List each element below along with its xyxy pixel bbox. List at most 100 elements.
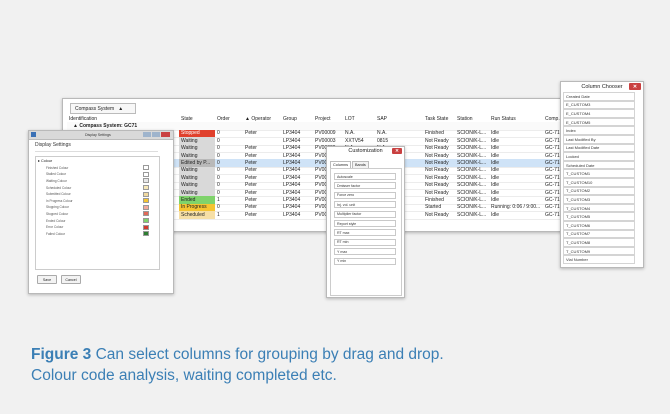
colour-swatch[interactable] <box>143 171 149 177</box>
grid-cell: Not Ready <box>425 137 449 144</box>
column-chooser-item[interactable]: T_CUSTOM4 <box>563 203 635 213</box>
grid-cell: SCION/K-L... <box>457 197 487 204</box>
column-chooser-item[interactable]: E_CUSTOM5 <box>563 117 635 127</box>
grid-cell: Peter <box>245 182 257 189</box>
grid-cell: LP3404 <box>283 182 301 189</box>
figure-caption: Figure 3 Can select columns for grouping… <box>31 344 631 386</box>
customization-title: Customization <box>348 148 383 154</box>
sort-ascending-icon[interactable]: ▲ <box>118 106 123 112</box>
grid-cell: PV00003 <box>315 137 336 144</box>
column-header[interactable]: Station <box>455 115 489 122</box>
column-header[interactable]: ▲ Operator <box>243 115 281 122</box>
column-chooser-item[interactable]: Created Date <box>563 92 635 101</box>
colour-swatch[interactable] <box>143 231 149 237</box>
column-header[interactable]: Run Status <box>489 115 543 122</box>
grid-cell: Peter <box>245 197 257 204</box>
column-header[interactable]: Identification <box>67 115 179 122</box>
column-chooser-item[interactable]: T_CUSTOM2 <box>563 186 635 196</box>
colour-setting-label: Waiting Colour <box>46 178 67 183</box>
colour-swatch[interactable] <box>143 198 149 204</box>
column-header[interactable]: Order <box>215 115 243 122</box>
grid-cell: Not Ready <box>425 211 449 218</box>
customization-field-list: Autoscale Dmisser factor Force zero Inj. vo… <box>330 168 402 296</box>
customization-field-item[interactable]: Y max <box>334 248 396 256</box>
grid-cell: SCION/K-L... <box>457 137 487 144</box>
colour-swatch[interactable] <box>143 191 149 197</box>
grid-cell: Waiting <box>179 137 215 145</box>
column-header[interactable]: State <box>179 115 215 122</box>
grid-cell: Not Ready <box>425 152 449 159</box>
column-chooser-item[interactable]: T_CUSTOM9 <box>563 246 635 256</box>
caption-line-1: Can select columns for grouping by drag … <box>91 346 444 363</box>
grid-cell: Idle <box>491 137 500 144</box>
grid-cell: LP3404 <box>283 189 301 196</box>
grid-cell: 0 <box>217 189 220 196</box>
grid-cell: 0 <box>217 174 220 181</box>
column-chooser-item[interactable]: T_CUSTOM6 <box>563 221 635 230</box>
column-chooser-item[interactable]: T_CUSTOM5 <box>563 212 635 221</box>
customization-field-item[interactable]: Y min <box>334 257 396 265</box>
grid-cell: LP3404 <box>283 137 301 144</box>
customization-field-item[interactable]: RT min <box>334 238 396 246</box>
column-chooser-item[interactable]: Vial Number <box>563 255 635 264</box>
colour-swatch[interactable] <box>143 165 149 171</box>
save-button[interactable]: Save <box>37 275 57 284</box>
customization-window: Customization ✕ Columns Bands Autoscale D… <box>326 146 405 298</box>
customization-field-item[interactable]: RT max <box>334 229 396 237</box>
customization-field-item[interactable]: Report style <box>334 220 396 227</box>
tree-root-colour[interactable]: ▸ Colour <box>38 158 52 163</box>
close-icon[interactable]: ✕ <box>629 83 641 90</box>
caption-line-2: Colour code analysis, waiting completed … <box>31 367 337 384</box>
column-chooser-item[interactable]: T_CUSTOM7 <box>563 229 635 239</box>
grid-cell: Finished <box>425 197 444 204</box>
cancel-button[interactable]: Cancel <box>61 275 81 284</box>
column-chooser-item[interactable]: Scheduled Date <box>563 160 635 170</box>
colour-settings-list: ▸ Colour Finished Colour Stalled Colour Wa… <box>35 156 160 270</box>
grid-cell: Idle <box>491 167 500 174</box>
close-icon[interactable] <box>161 132 170 137</box>
grid-cell: LP3404 <box>283 145 301 152</box>
column-chooser-item[interactable]: Locked <box>563 152 635 161</box>
grid-cell: Peter <box>245 174 257 181</box>
column-chooser-item[interactable]: T_CUSTOM1 <box>563 169 635 178</box>
grid-cell: Peter <box>245 130 257 137</box>
grid-cell: LP3404 <box>283 197 301 204</box>
close-icon[interactable]: ✕ <box>392 148 402 154</box>
customization-field-item[interactable]: Force zero <box>334 191 396 199</box>
grid-cell: Waiting <box>179 189 215 197</box>
grid-cell: 0 <box>217 182 220 189</box>
group-by-panel[interactable]: Compass System ▲ <box>70 103 136 114</box>
column-chooser-item[interactable]: Index <box>563 126 635 135</box>
customization-field-item[interactable]: Inj. vol. unit <box>334 201 396 209</box>
minimize-icon[interactable] <box>143 132 151 137</box>
grid-cell: Stopped <box>179 129 215 138</box>
column-header[interactable]: LOT <box>343 115 375 122</box>
grid-cell: SCION/K-L... <box>457 204 487 211</box>
column-header[interactable]: Project <box>313 115 343 122</box>
column-chooser-item[interactable]: T_CUSTOM3 <box>563 195 635 204</box>
colour-swatch[interactable] <box>143 224 149 230</box>
grid-cell: 1 <box>217 211 220 218</box>
grid-cell: Peter <box>245 145 257 152</box>
column-header[interactable]: SAP <box>375 115 423 122</box>
grid-cell: PV00009 <box>315 130 336 137</box>
colour-swatch[interactable] <box>143 204 149 210</box>
colour-swatch[interactable] <box>143 185 149 190</box>
column-header[interactable]: Group <box>281 115 313 122</box>
customization-field-item[interactable]: Multiplier factor <box>334 210 396 218</box>
colour-swatch[interactable] <box>143 178 149 184</box>
grid-cell: LP3404 <box>283 160 301 167</box>
column-chooser-item[interactable]: T_CUSTOM8 <box>563 238 635 247</box>
column-chooser-item[interactable]: E_CUSTOM3 <box>563 100 635 110</box>
customization-field-item[interactable]: Autoscale <box>334 173 396 180</box>
column-chooser-item[interactable]: T_CUSTOM10 <box>563 178 635 187</box>
column-chooser-item[interactable]: Last Modified By <box>563 135 635 144</box>
column-header[interactable]: Task State <box>423 115 455 122</box>
colour-swatch[interactable] <box>143 218 149 223</box>
column-chooser-item[interactable]: Last Modified Date <box>563 143 635 153</box>
colour-swatch[interactable] <box>143 211 149 217</box>
grid-cell: Peter <box>245 152 257 159</box>
column-chooser-item[interactable]: E_CUSTOM4 <box>563 109 635 118</box>
maximize-icon[interactable] <box>152 132 160 137</box>
customization-field-item[interactable]: Dmisser factor <box>334 182 396 190</box>
